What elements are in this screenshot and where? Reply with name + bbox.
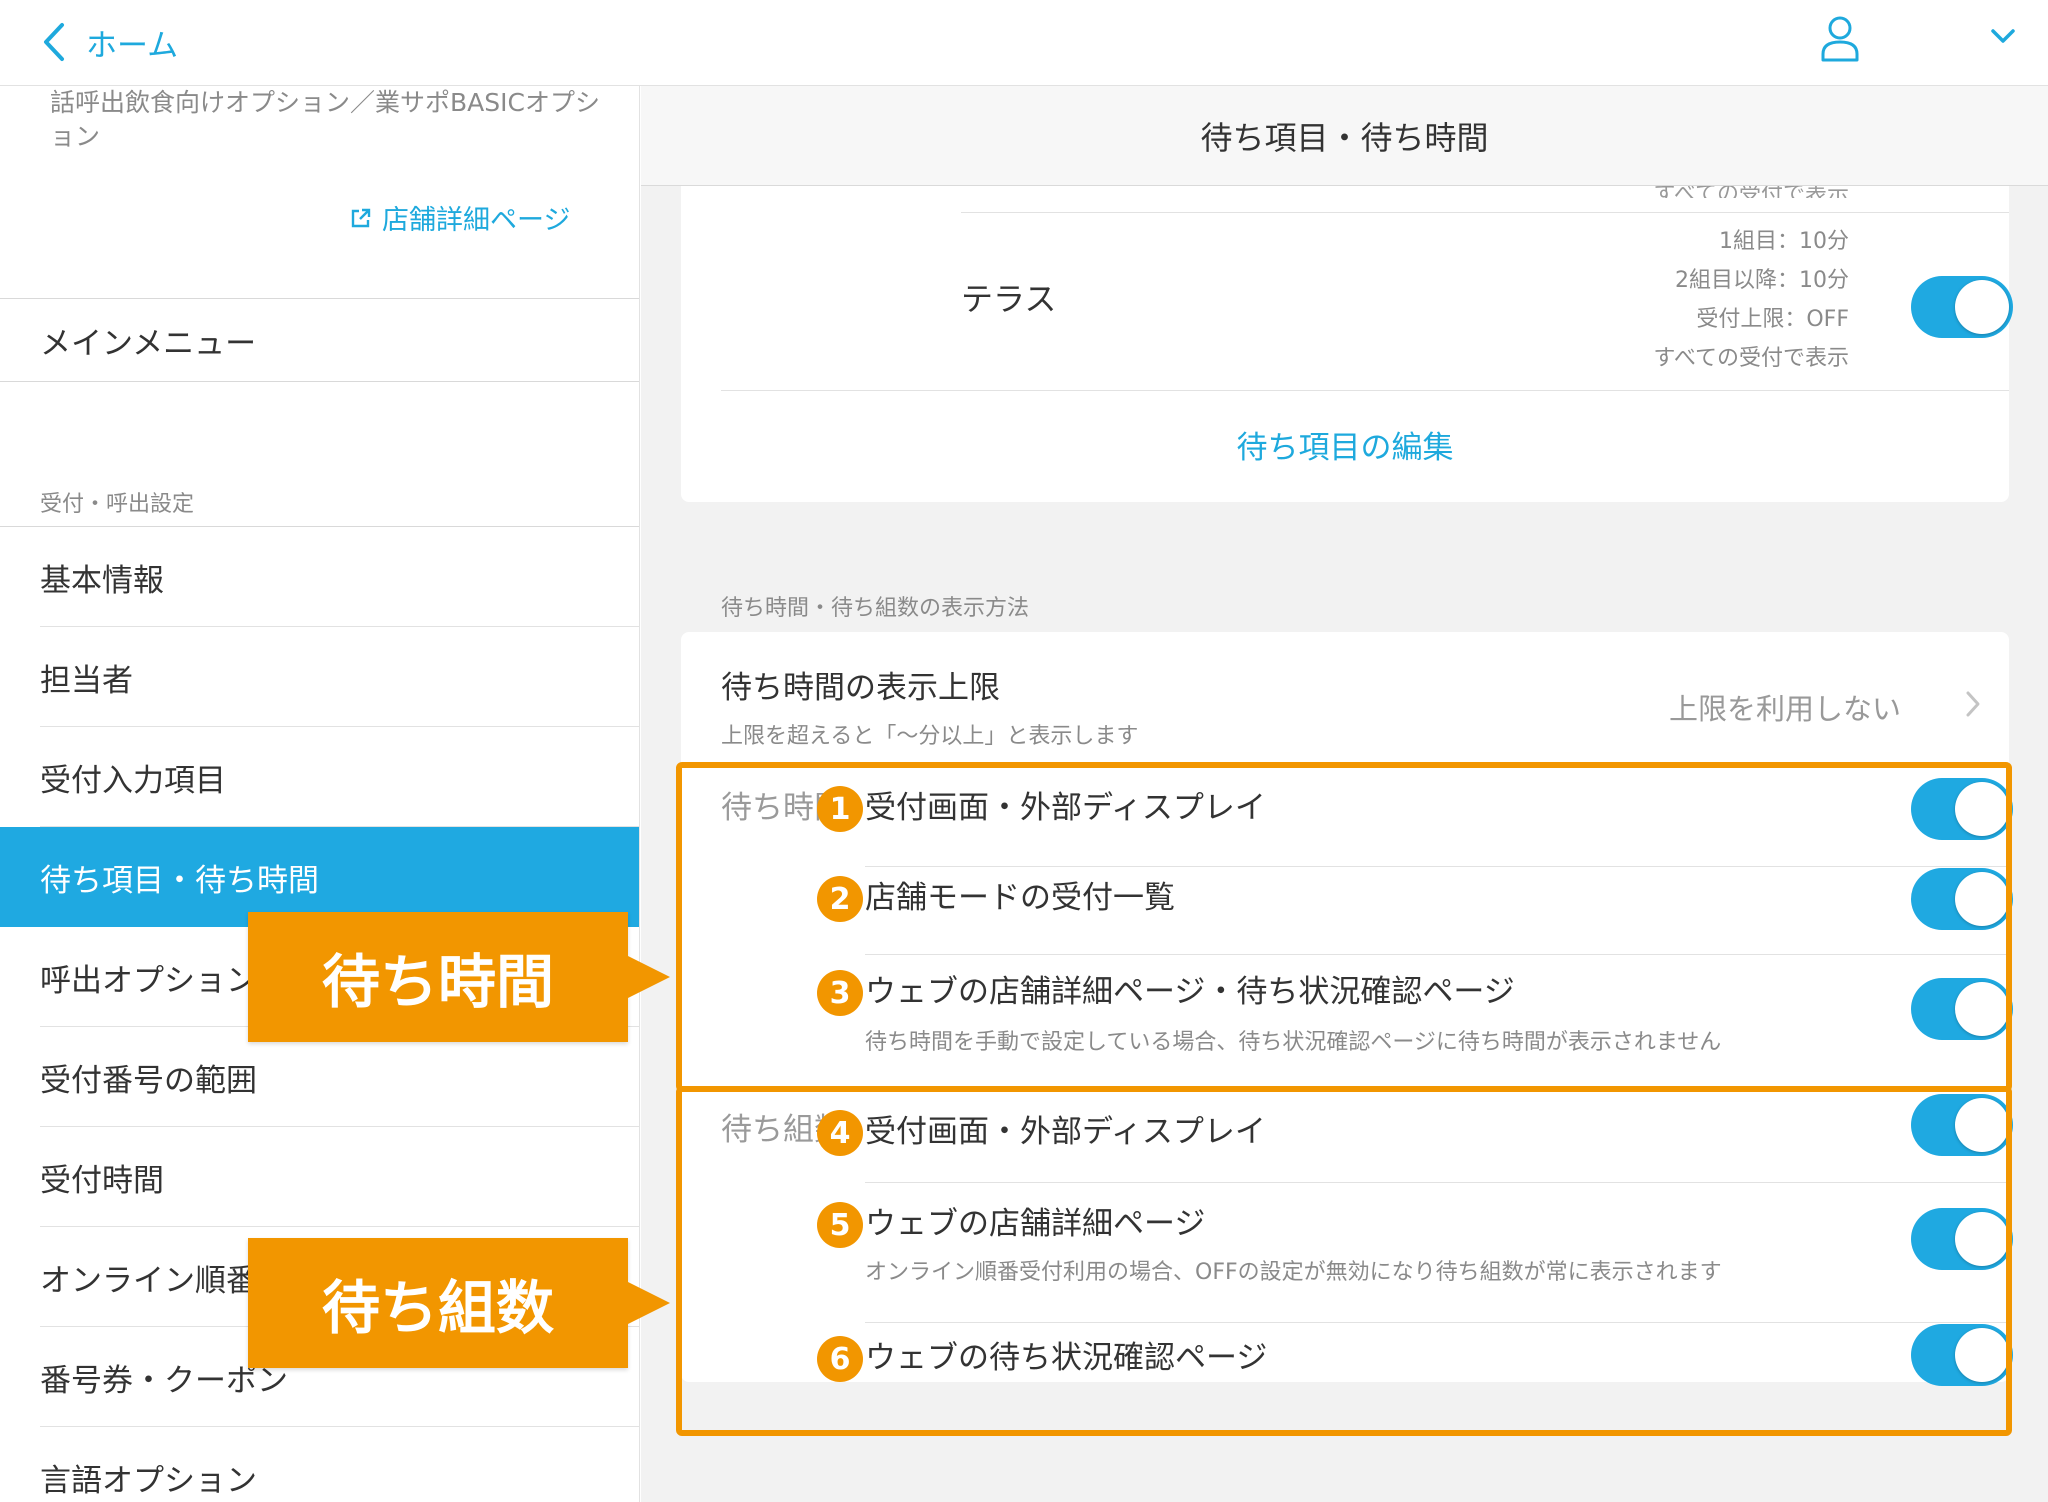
top-bar: ホーム [0, 0, 2048, 86]
store-detail-link-label: 店舗詳細ページ [382, 205, 571, 236]
display-section-label: 待ち時間・待ち組数の表示方法 [721, 596, 1030, 621]
section-label: 受付・呼出設定 [40, 492, 195, 517]
edit-wait-items-link[interactable]: 待ち項目の編集 [681, 422, 2009, 467]
wait-time-highlight-box [676, 762, 2012, 1092]
sidebar-item-language[interactable]: 言語オプション [0, 1427, 639, 1502]
limit-subtitle: 上限を超えると「〜分以上」と表示します [721, 724, 1139, 749]
limit-title: 待ち時間の表示上限 [721, 670, 1000, 706]
plan-description: 話呼出飲食向けオプション／業サポBASICオプション [50, 88, 600, 151]
sidebar-item-basic-info[interactable]: 基本情報 [0, 527, 639, 627]
external-link-icon [351, 208, 371, 227]
chevron-left-icon [44, 23, 64, 61]
wait-count-callout-arrow [626, 1281, 670, 1325]
wait-item-info: 1組目：10分 2組目以降：10分 受付上限：OFF すべての受付で表示 [1653, 222, 1849, 378]
wait-time-callout-arrow [626, 955, 670, 999]
sidebar-item-number-range[interactable]: 受付番号の範囲 [0, 1027, 639, 1127]
back-label: ホーム [86, 27, 179, 64]
terrace-toggle[interactable] [1911, 276, 2013, 338]
wait-count-callout: 待ち組数 [248, 1238, 628, 1368]
user-icon[interactable] [1820, 14, 1860, 62]
sidebar-item-input-fields[interactable]: 受付入力項目 [0, 727, 639, 827]
limit-value[interactable]: 上限を利用しない [1669, 686, 1901, 728]
main-menu-item[interactable]: メインメニュー [0, 298, 639, 382]
wait-items-card: すべての受付で表示 テラス 1組目：10分 2組目以降：10分 受付上限：OFF… [681, 184, 2013, 502]
chevron-down-icon[interactable] [1988, 22, 2018, 50]
page-title: 待ち項目・待ち時間 [641, 86, 2048, 186]
wait-item-scope: すべての受付で表示 [1653, 346, 1849, 371]
wait-item-first: 1組目：10分 [1719, 229, 1849, 254]
store-detail-link[interactable]: 店舗詳細ページ [350, 198, 570, 237]
wait-time-callout: 待ち時間 [248, 912, 628, 1042]
wait-item-limit: 受付上限：OFF [1696, 307, 1849, 332]
back-button[interactable]: ホーム [38, 14, 178, 70]
chevron-right-icon[interactable] [1963, 688, 1983, 720]
wait-count-highlight-box [676, 1086, 2012, 1436]
sidebar-item-reception-hours[interactable]: 受付時間 [0, 1127, 639, 1227]
sidebar-item-staff[interactable]: 担当者 [0, 627, 639, 727]
wait-item-after: 2組目以降：10分 [1675, 268, 1849, 293]
divider [961, 212, 2009, 213]
wait-item-name: テラス [961, 280, 1057, 318]
clipped-scope-text: すべての受付で表示 [1653, 184, 1849, 198]
divider [721, 390, 2009, 391]
